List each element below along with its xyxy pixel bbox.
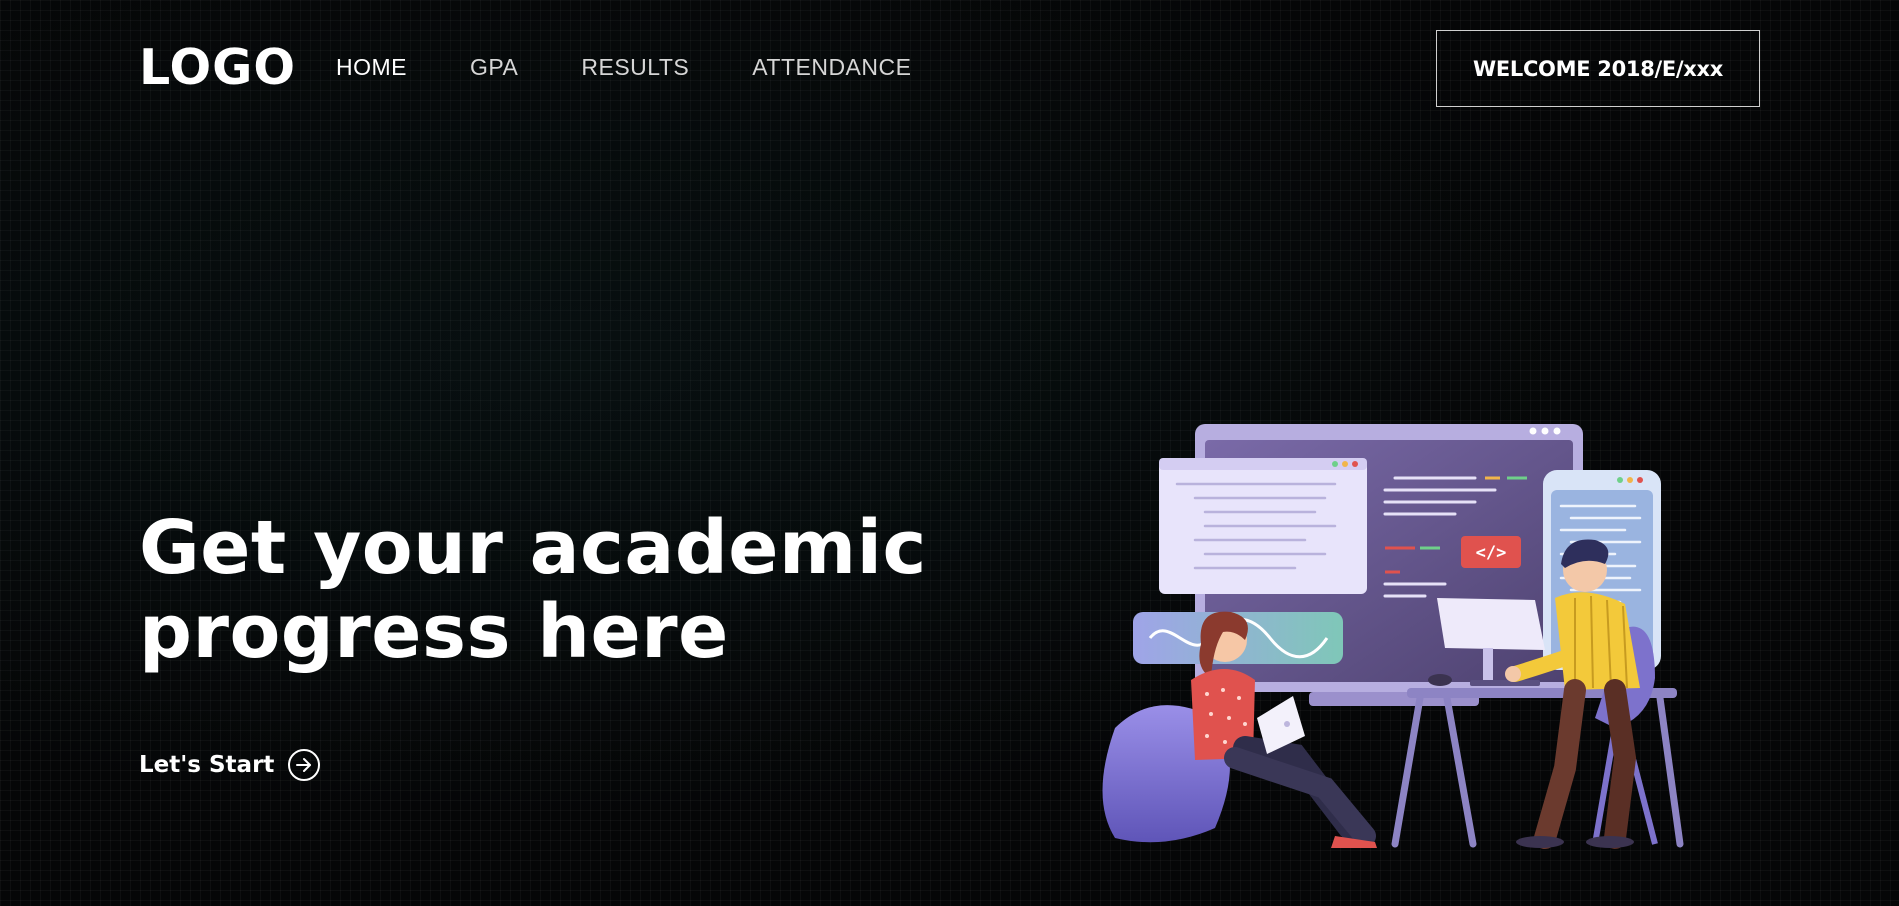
lets-start-button[interactable]: Let's Start [139, 748, 321, 782]
students-working-illustration: </> [1102, 424, 1684, 849]
nav-attendance[interactable]: ATTENDANCE [752, 52, 911, 82]
nav-links: HOME GPA RESULTS ATTENDANCE [336, 52, 974, 82]
lets-start-label: Let's Start [139, 752, 275, 778]
nav-results[interactable]: RESULTS [581, 52, 689, 82]
nav-home[interactable]: HOME [336, 52, 407, 82]
code-badge: </> [1476, 543, 1507, 563]
document-panel-graphic [1159, 458, 1367, 594]
navbar: LOGO HOME GPA RESULTS ATTENDANCE WELCOME… [0, 0, 1899, 136]
logo[interactable]: LOGO [139, 38, 296, 98]
hero-title-line-2: progress here [139, 589, 729, 675]
welcome-user-button[interactable]: WELCOME 2018/E/xxx [1436, 30, 1760, 107]
arrow-right-circle-icon [288, 749, 321, 781]
hero-title: Get your academic progress here [139, 506, 939, 674]
hero-title-line-1: Get your academic [139, 505, 927, 591]
nav-gpa[interactable]: GPA [470, 52, 518, 82]
